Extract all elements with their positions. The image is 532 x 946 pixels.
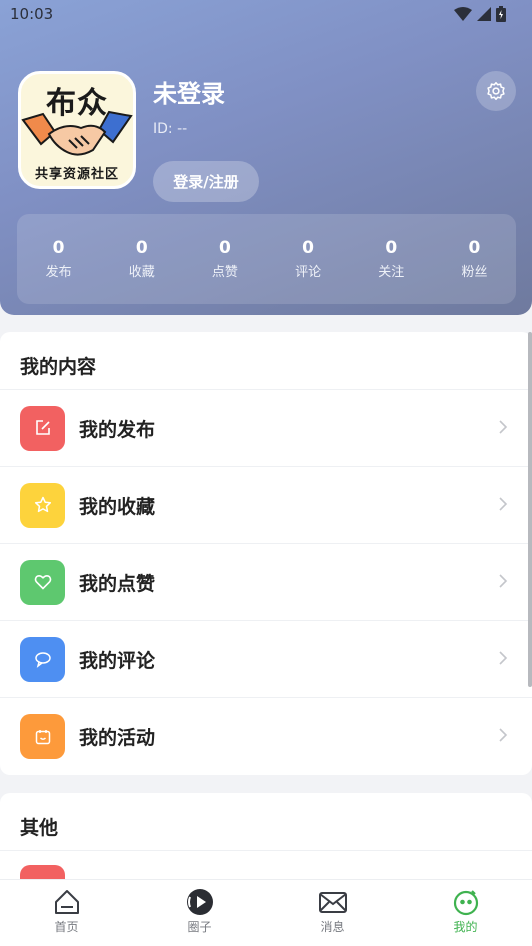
menu-item-label: 我的评论 [79, 649, 156, 672]
stat-favorites[interactable]: 0 收藏 [100, 214, 183, 304]
home-icon [54, 890, 79, 914]
calendar-icon [20, 714, 65, 759]
menu-item-my-activities[interactable]: 我的活动 [0, 698, 532, 775]
stat-label: 发布 [45, 265, 72, 280]
stat-value: 0 [219, 238, 231, 258]
login-register-button[interactable]: 登录/注册 [153, 161, 259, 202]
username: 未登录 [153, 80, 225, 108]
menu-item-label: 我的收藏 [79, 495, 156, 518]
stat-value: 0 [468, 238, 481, 258]
status-bar: 10:03 [0, 0, 532, 28]
stat-followers[interactable]: 0 粉丝 [433, 214, 516, 304]
chevron-right-icon [499, 651, 508, 665]
menu-item-label: 我的活动 [79, 727, 156, 749]
tab-label: 首页 [54, 920, 79, 934]
wifi-icon [454, 7, 472, 21]
tab-home[interactable]: 首页 [0, 880, 133, 946]
stat-label: 评论 [295, 265, 322, 280]
tab-label: 圈子 [187, 920, 212, 934]
scrollbar-thumb[interactable] [528, 332, 532, 687]
user-id: ID: -- [153, 121, 188, 137]
stat-label: 点赞 [211, 265, 238, 280]
comment-icon [20, 636, 65, 682]
handshake-icon [21, 110, 133, 156]
stat-value: 0 [135, 238, 148, 258]
gear-icon [487, 81, 505, 101]
chevron-right-icon [499, 728, 508, 742]
stat-label: 关注 [378, 265, 405, 280]
battery-icon [496, 6, 506, 22]
logo-subtitle: 共享资源社区 [34, 167, 119, 182]
menu-item-my-favorites[interactable]: 我的收藏 [0, 467, 532, 544]
circle-play-icon [186, 889, 213, 915]
menu-item-my-likes[interactable]: 我的点赞 [0, 544, 532, 621]
tab-label: 我的 [453, 920, 478, 934]
profile-face-icon [453, 890, 478, 916]
mail-icon [318, 892, 347, 913]
stat-following[interactable]: 0 关注 [350, 214, 433, 304]
stat-label: 收藏 [128, 265, 155, 280]
stat-value: 0 [52, 238, 65, 258]
tab-mine[interactable]: 我的 [399, 880, 532, 946]
chevron-right-icon [499, 420, 508, 434]
star-icon [20, 482, 65, 528]
section-title: 我的内容 [20, 356, 97, 378]
signal-icon [477, 7, 491, 21]
stat-label: 粉丝 [461, 265, 488, 280]
section-title: 其他 [20, 817, 59, 839]
tab-messages[interactable]: 消息 [266, 880, 399, 946]
stats-panel: 0 发布 0 收藏 0 点赞 0 评论 0 关注 0 粉丝 [17, 214, 516, 304]
chevron-right-icon [499, 574, 508, 588]
bottom-tab-bar: 首页 圈子 消息 我的 [0, 879, 532, 946]
tab-circle[interactable]: 圈子 [133, 880, 266, 946]
stat-posts[interactable]: 0 发布 [17, 214, 100, 304]
stat-comments[interactable]: 0 评论 [267, 214, 350, 304]
menu-item-label: 我的点赞 [79, 572, 156, 595]
chevron-right-icon [499, 497, 508, 511]
status-time: 10:03 [10, 5, 54, 23]
stat-likes[interactable]: 0 点赞 [183, 214, 266, 304]
tab-label: 消息 [320, 920, 345, 934]
divider [0, 850, 532, 851]
settings-button[interactable] [476, 71, 516, 111]
menu-item-label: 我的发布 [79, 418, 156, 441]
heart-icon [20, 559, 65, 605]
menu-item-my-comments[interactable]: 我的评论 [0, 621, 532, 698]
edit-icon [20, 405, 65, 451]
menu-item-my-posts[interactable]: 我的发布 [0, 390, 532, 467]
my-content-card: 我的内容 我的发布 我的收藏 我的点赞 我的评论 我的活动 [0, 332, 532, 775]
stat-value: 0 [385, 238, 398, 258]
app-logo-avatar[interactable]: 布众 共享资源社区 [18, 71, 136, 189]
stat-value: 0 [302, 238, 315, 258]
